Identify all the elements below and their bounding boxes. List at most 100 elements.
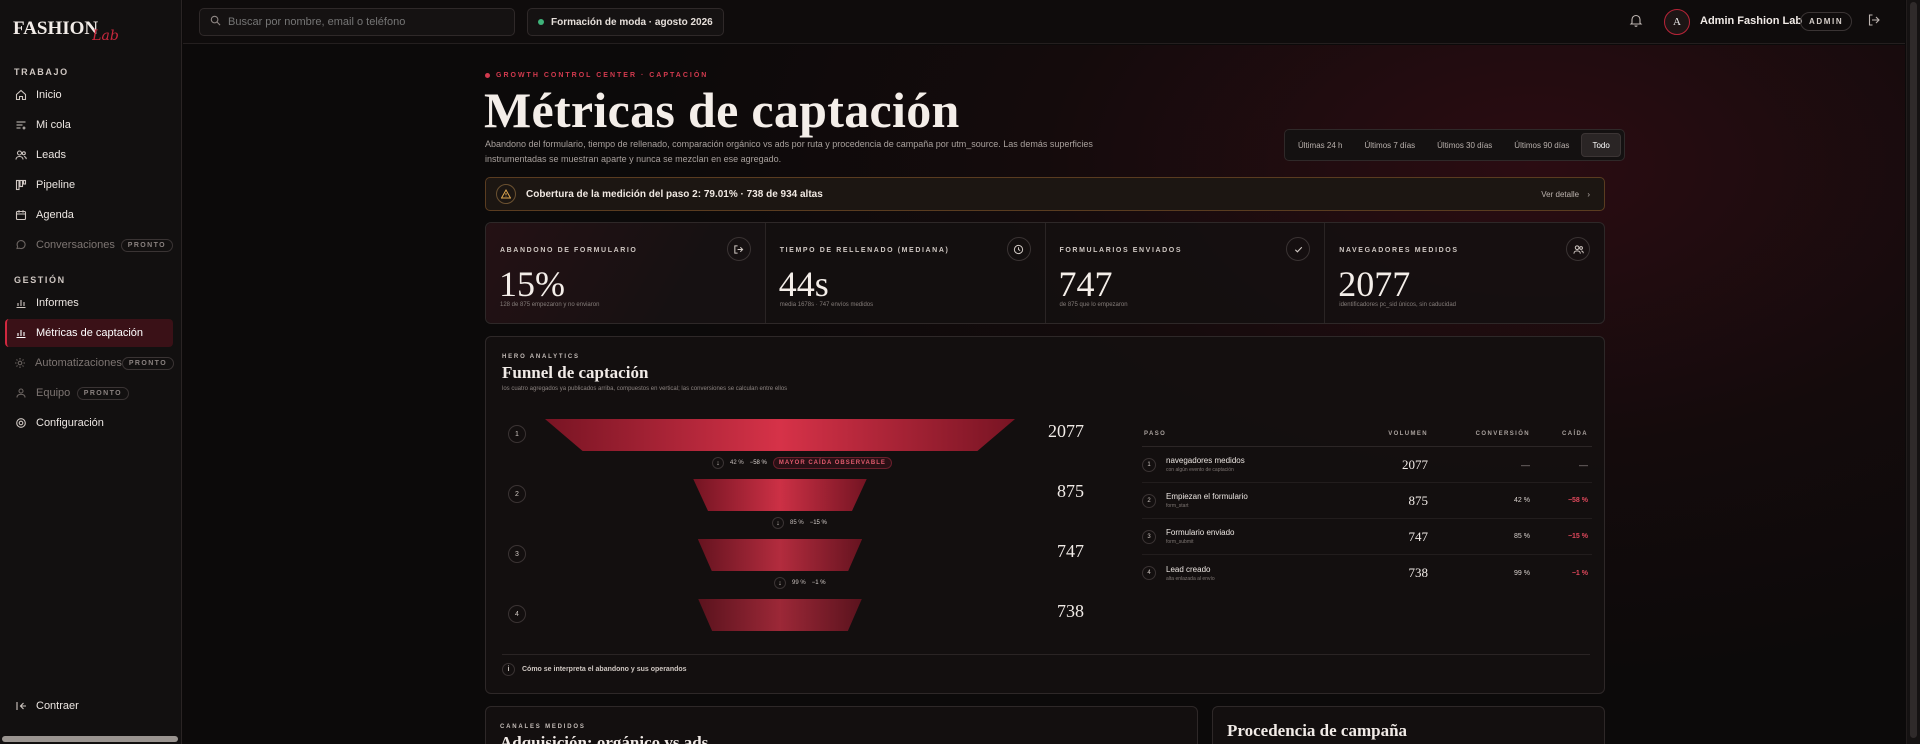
funnel-table: PASO VOLUMEN CONVERSIÓN CAÍDA 1 navegado…	[1142, 421, 1592, 591]
row-step-number: 2	[1142, 493, 1156, 508]
funnel-drop: −58 %	[749, 460, 767, 466]
row-volume: 2077	[1402, 456, 1428, 472]
sidebar-item-label: Equipo	[36, 387, 71, 399]
coming-soon-badge: PRONTO	[76, 386, 129, 400]
eyebrow-dot	[485, 73, 490, 78]
column-header: PASO	[1144, 430, 1167, 437]
column-header: VOLUMEN	[1388, 430, 1428, 437]
table-row: 2 Empiezan el formulario form_start 875 4…	[1142, 483, 1592, 519]
sidebar-item-automatizaciones[interactable]: Automatizaciones PRONTO	[5, 349, 175, 377]
table-row: 3 Formulario enviado form_submit 747 85 %…	[1142, 519, 1592, 555]
sidebar-scrollbar[interactable]	[2, 736, 178, 742]
eyebrow-text: GROWTH CONTROL CENTER · CAPTACIÓN	[496, 72, 709, 79]
logout-icon[interactable]	[1867, 13, 1885, 31]
interpretation-label: Cómo se interpreta el abandono y sus ope…	[522, 666, 687, 673]
check-icon	[1286, 237, 1311, 261]
clock-icon	[1006, 237, 1031, 261]
logo-script: Lab	[92, 28, 119, 44]
user-name: Admin Fashion Lab	[1700, 15, 1803, 27]
kpi-sub: identificadores pc_sid únicos, sin caduc…	[1339, 302, 1456, 308]
pipeline-icon	[14, 179, 27, 192]
info-icon: i	[502, 663, 515, 676]
row-drop: −58 %	[1567, 497, 1588, 504]
sidebar-item-conversaciones[interactable]: Conversaciones PRONTO	[5, 231, 173, 259]
sidebar-item-agenda[interactable]: Agenda	[5, 201, 173, 229]
scrollbar-thumb[interactable]	[1910, 2, 1917, 738]
funnel-step-number: 4	[508, 605, 526, 623]
funnel-bar	[545, 419, 1015, 451]
card-eyebrow: CANALES MEDIDOS	[500, 724, 586, 730]
page-eyebrow: GROWTH CONTROL CENTER · CAPTACIÓN	[485, 72, 708, 79]
divider	[502, 654, 1590, 655]
range-all-button[interactable]: Todo	[1581, 133, 1621, 157]
funnel-bar	[697, 539, 863, 571]
cohort-selector[interactable]: Formación de moda · agosto 2026	[527, 8, 724, 36]
row-subtitle: alta enlazada al envío	[1166, 575, 1215, 582]
funnel-description: los cuatro agregados ya publicados arrib…	[502, 386, 788, 392]
campaign-source-card: Procedencia de campaña	[1212, 706, 1605, 744]
bell-icon[interactable]	[1629, 13, 1647, 31]
brand-logo[interactable]: FASHION Lab	[13, 14, 119, 44]
kpi-sub: media 1678s · 747 envíos medidos	[779, 302, 874, 308]
row-conversion: 42 %	[1514, 497, 1530, 504]
funnel-step-number: 3	[508, 545, 526, 563]
row-drop: —	[1579, 459, 1588, 470]
funnel-drop: −1 %	[811, 580, 826, 586]
funnel-drop-row: ↓ 85 % −15 %	[772, 517, 827, 529]
coverage-alert: Cobertura de la medición del paso 2: 79.…	[485, 177, 1605, 211]
sidebar-item-label: Inicio	[36, 89, 62, 101]
warning-icon	[496, 184, 516, 204]
row-subtitle: form_start	[1166, 503, 1189, 509]
page-title: Métricas de captación	[484, 82, 960, 138]
arrow-down-icon: ↓	[774, 577, 786, 589]
sidebar-item-informes[interactable]: Informes	[5, 289, 173, 317]
column-header: CAÍDA	[1562, 430, 1588, 437]
sidebar-item-label: Configuración	[36, 417, 104, 429]
settings-icon	[14, 417, 27, 430]
funnel-step-value: 738	[1057, 601, 1084, 621]
kpi-sub: de 875 que lo empezaron	[1059, 302, 1128, 308]
row-name: Lead creado	[1166, 564, 1211, 574]
table-row: 4 Lead creado alta enlazada al envío 738 …	[1142, 555, 1592, 591]
bar-chart-icon	[14, 327, 27, 340]
search-input[interactable]	[228, 16, 488, 28]
role-badge: ADMIN	[1800, 12, 1853, 31]
sidebar-item-label: Informes	[36, 297, 79, 309]
funnel-conversion: 99 %	[792, 580, 806, 586]
range-7d-button[interactable]: Últimos 7 días	[1354, 133, 1425, 157]
row-conversion: 99 %	[1514, 569, 1530, 577]
sidebar-item-inicio[interactable]: Inicio	[5, 81, 173, 109]
page-scrollbar[interactable]	[1906, 0, 1920, 744]
avatar[interactable]: A	[1664, 9, 1690, 35]
range-90d-button[interactable]: Últimos 90 días	[1504, 133, 1579, 157]
sidebar-item-leads[interactable]: Leads	[5, 141, 173, 169]
queue-icon	[14, 119, 27, 132]
kpi-value: 747	[1058, 264, 1113, 304]
card-title: Procedencia de campaña	[1227, 721, 1408, 740]
row-conversion: —	[1521, 459, 1530, 470]
sidebar-item-label: Pipeline	[36, 179, 76, 191]
status-dot	[538, 19, 544, 25]
alert-detail-link[interactable]: Ver detalle ›	[1541, 190, 1590, 199]
team-icon	[14, 387, 27, 400]
range-24h-button[interactable]: Últimas 24 h	[1288, 133, 1352, 157]
kpi-card-navegadores: NAVEGADORES MEDIDOS 2077 identificadores…	[1325, 223, 1604, 323]
chevron-right-icon: ›	[1587, 189, 1590, 199]
sidebar-item-metricas-captacion[interactable]: Métricas de captación	[5, 319, 173, 347]
sidebar-item-label: Agenda	[36, 209, 74, 221]
sidebar-item-equipo[interactable]: Equipo PRONTO	[5, 379, 173, 407]
interpretation-toggle[interactable]: i Cómo se interpreta el abandono y sus o…	[502, 663, 687, 676]
sidebar-collapse-button[interactable]: Contraer	[5, 692, 173, 720]
sidebar-item-configuracion[interactable]: Configuración	[5, 409, 173, 437]
sidebar-item-label: Leads	[36, 149, 66, 161]
sidebar-item-label: Automatizaciones	[35, 357, 122, 369]
arrow-down-icon: ↓	[772, 517, 784, 529]
coming-soon-badge: PRONTO	[121, 356, 175, 370]
avatar-initial: A	[1673, 16, 1681, 28]
sidebar-item-mi-cola[interactable]: Mi cola	[5, 111, 173, 139]
sidebar-item-pipeline[interactable]: Pipeline	[5, 171, 173, 199]
range-30d-button[interactable]: Últimos 30 días	[1427, 133, 1502, 157]
funnel-bar	[693, 479, 867, 511]
search-box[interactable]	[199, 8, 515, 36]
collapse-icon	[14, 700, 27, 713]
